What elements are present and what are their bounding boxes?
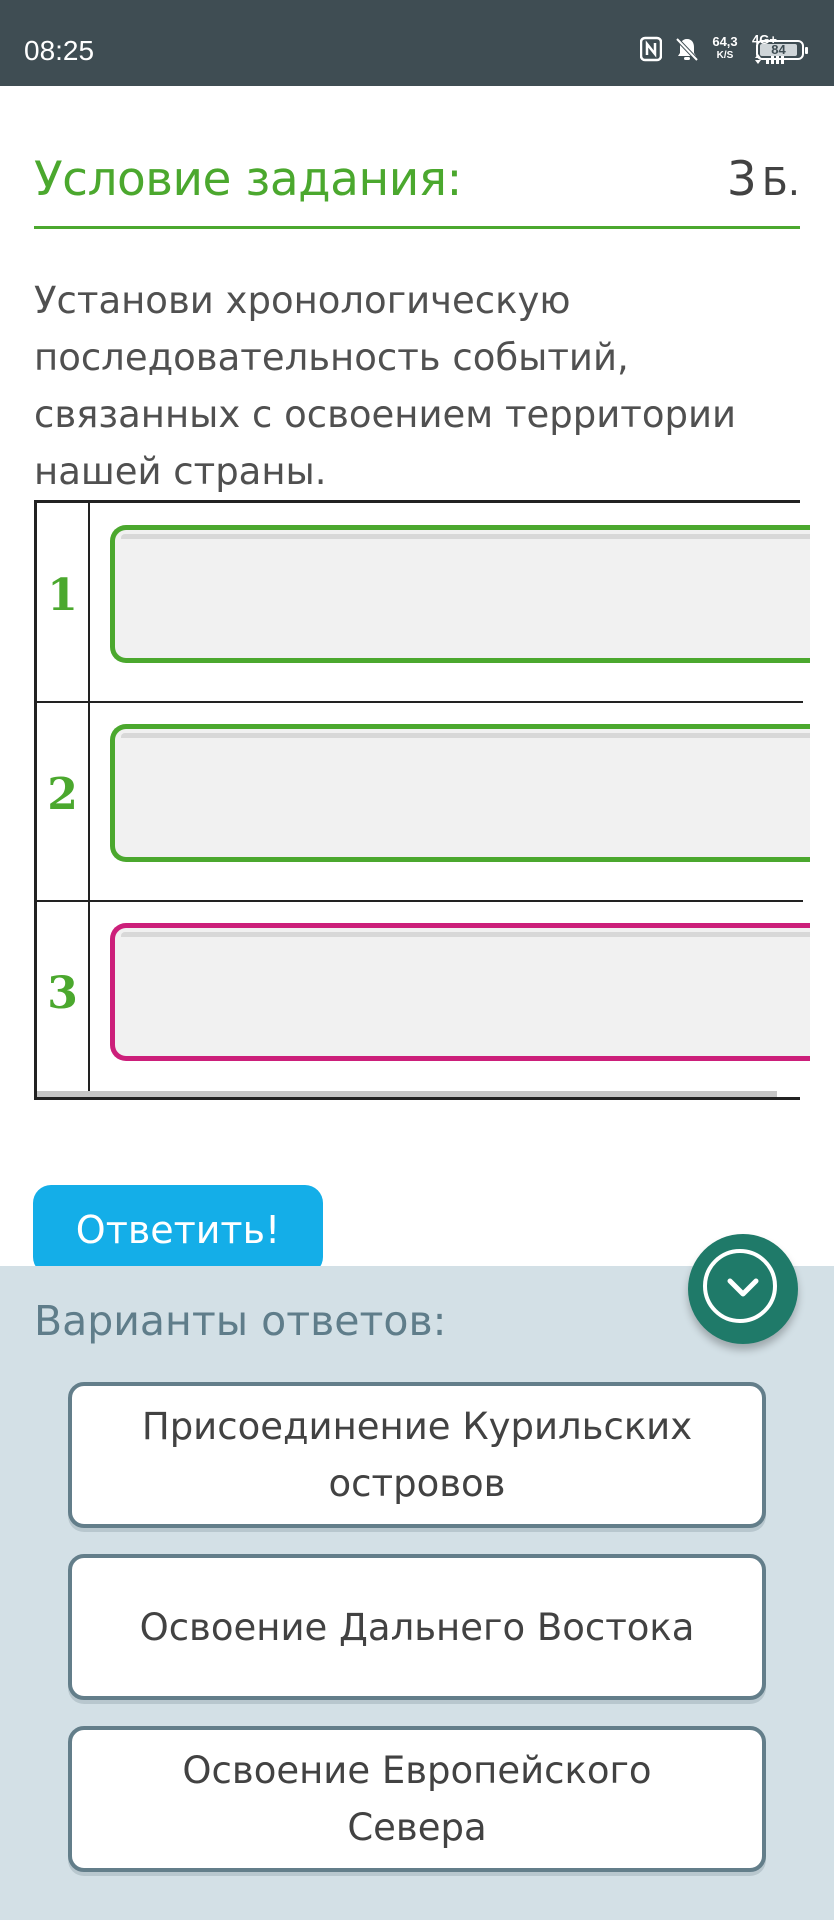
option-card-1[interactable]: Присоединение Курильских островов [68,1382,766,1528]
submit-button[interactable]: Ответить! [33,1185,323,1275]
status-bar: 08:25 64,3 K/S 4G+ 84 [0,0,834,86]
title-divider [34,226,800,229]
option-card-3[interactable]: Освоение Европейского Севера [68,1726,766,1872]
answer-table: 1 2 3 [34,500,810,1100]
options-title: Варианты ответов: [34,1297,447,1345]
answer-slot-2[interactable] [110,724,810,862]
row-divider [37,900,803,902]
net-speed: 64,3 K/S [704,34,746,62]
slot-number-3: 3 [47,968,78,1019]
answer-slot-1[interactable] [110,525,810,663]
net-speed-value: 64,3 [712,34,738,49]
task-text: Установи хронологическую последовательно… [34,279,737,493]
row-divider [37,701,803,703]
task-title: Условие задания: [34,152,462,207]
bell-off-icon [675,37,699,62]
points-unit: Б. [761,160,800,204]
answer-slot-3[interactable] [110,923,810,1061]
table-divider [88,503,90,1097]
task-points: 3 Б. [727,152,800,218]
battery-level: 84 [760,43,797,56]
points-value: 3 [726,152,757,207]
horizontal-scrollbar[interactable] [37,1091,777,1097]
options-panel: Варианты ответов: Присоединение Курильск… [0,1266,834,1920]
slot-number-2: 2 [47,769,78,820]
slot-number-1: 1 [47,570,78,621]
battery-icon: 84 [756,40,808,60]
net-speed-unit: K/S [716,50,734,61]
nfc-icon [640,36,662,62]
option-card-2[interactable]: Освоение Дальнего Востока [68,1554,766,1700]
chevron-down-icon [727,1278,759,1297]
status-time: 08:25 [24,35,95,66]
collapse-button[interactable] [688,1234,798,1344]
